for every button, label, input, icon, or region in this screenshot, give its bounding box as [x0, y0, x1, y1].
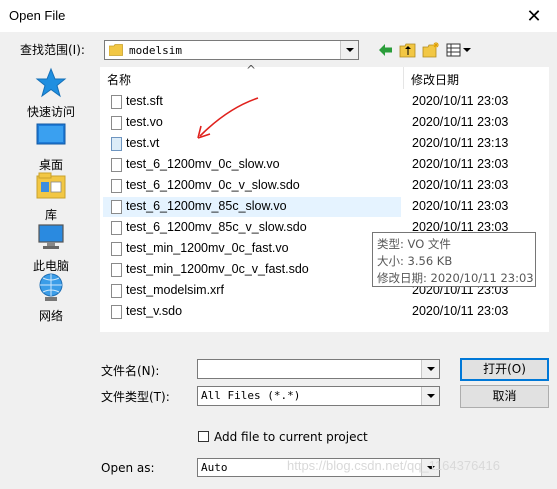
file-name: test_v.sdo: [126, 304, 183, 318]
place-desktop[interactable]: 桌面: [20, 120, 82, 173]
file-tooltip: 类型: VO 文件 大小: 3.56 KB 修改日期: 2020/10/11 2…: [372, 232, 536, 287]
file-name: test_modelsim.xrf: [126, 283, 224, 297]
column-date-label: 修改日期: [411, 73, 460, 87]
filetype-value: All Files (*.*): [201, 389, 301, 402]
place-label: 网络: [38, 309, 63, 323]
file-list[interactable]: ^ 名称 修改日期 test.sft 2020/10/11 23:03 test.v…: [100, 63, 549, 332]
library-icon: [36, 172, 66, 199]
file-name-cell[interactable]: test.vo: [103, 113, 401, 133]
file-date: 2020/10/11 23:03: [412, 157, 509, 171]
file-name-cell[interactable]: test_6_1200mv_85c_slow.vo: [103, 197, 401, 217]
look-in-combo[interactable]: modelsim: [104, 40, 359, 60]
file-name: test.vt: [126, 136, 160, 150]
file-date: 2020/10/11 23:03: [412, 94, 509, 108]
title-bar: Open File ✕: [0, 0, 557, 32]
sort-arrow-icon: ^: [246, 63, 257, 77]
tooltip-modified: 修改日期: 2020/10/11 23:03: [377, 271, 534, 285]
place-quick-access[interactable]: 快速访问: [20, 67, 82, 120]
file-name: test.sft: [126, 94, 163, 108]
file-name: test_min_1200mv_0c_fast.vo: [126, 241, 289, 255]
file-row[interactable]: test_6_1200mv_0c_slow.vo 2020/10/11 23:03: [100, 155, 549, 175]
filetype-label: 文件类型(T):: [101, 390, 170, 404]
window-title: Open File: [9, 8, 66, 23]
chevron-down-icon[interactable]: [340, 41, 358, 59]
file-date: 2020/10/11 23:13: [412, 136, 509, 150]
file-icon: [111, 305, 122, 319]
add-to-project-label[interactable]: Add file to current project: [214, 430, 368, 444]
file-name: test.vo: [126, 115, 163, 129]
file-name-cell[interactable]: test.vt: [103, 134, 401, 154]
file-name-cell[interactable]: test.sft: [103, 92, 401, 112]
file-row[interactable]: test_v.sdo 2020/10/11 23:03: [100, 302, 549, 322]
file-row[interactable]: test.sft 2020/10/11 23:03: [100, 92, 549, 112]
tooltip-size: 大小: 3.56 KB: [377, 254, 453, 268]
open-button[interactable]: 打开(O): [460, 358, 549, 381]
back-arrow-icon[interactable]: [376, 41, 396, 59]
tooltip-type: 类型: VO 文件: [377, 237, 451, 251]
file-row[interactable]: test.vo 2020/10/11 23:03: [100, 113, 549, 133]
filetype-select[interactable]: All Files (*.*): [197, 386, 440, 406]
watermark: https://blog.csdn.net/qq_1164376416: [287, 458, 500, 473]
file-name: test_6_1200mv_85c_slow.vo: [126, 199, 287, 213]
column-name-label: 名称: [107, 73, 132, 87]
up-folder-icon[interactable]: [398, 41, 418, 59]
cancel-button[interactable]: 取消: [460, 385, 549, 408]
place-label: 快速访问: [26, 105, 75, 119]
file-icon: [111, 284, 122, 298]
file-icon: [111, 158, 122, 172]
file-name-cell[interactable]: test_6_1200mv_0c_slow.vo: [103, 155, 401, 175]
vt-file-icon: [111, 137, 122, 151]
column-header-date[interactable]: 修改日期: [404, 67, 549, 89]
open-as-value: Auto: [201, 461, 228, 474]
folder-icon: [109, 44, 123, 56]
column-header-name[interactable]: ^ 名称: [100, 63, 404, 89]
this-pc-icon: [38, 224, 64, 249]
place-this-pc[interactable]: 此电脑: [20, 221, 82, 274]
desktop-icon: [36, 123, 66, 145]
file-name: test_6_1200mv_0c_slow.vo: [126, 157, 280, 171]
file-icon: [111, 242, 122, 256]
file-name-cell[interactable]: test_min_1200mv_0c_v_fast.sdo: [103, 260, 401, 280]
file-name-cell[interactable]: test_min_1200mv_0c_fast.vo: [103, 239, 401, 259]
file-date: 2020/10/11 23:03: [412, 178, 509, 192]
file-name-cell[interactable]: test_modelsim.xrf: [103, 281, 401, 301]
look-in-value: modelsim: [129, 44, 182, 57]
look-in-label: 查找范围(I):: [20, 43, 85, 57]
new-folder-icon[interactable]: [421, 41, 441, 59]
file-date: 2020/10/11 23:03: [412, 199, 509, 213]
filename-label: 文件名(N):: [101, 364, 160, 378]
quick-access-star-icon: [35, 67, 67, 98]
file-row[interactable]: test_6_1200mv_85c_slow.vo 2020/10/11 23:0…: [100, 197, 549, 217]
filename-combo[interactable]: [197, 359, 440, 379]
file-name: test_6_1200mv_0c_v_slow.sdo: [126, 178, 300, 192]
file-name-cell[interactable]: test_v.sdo: [103, 302, 401, 322]
view-menu-icon[interactable]: [445, 41, 473, 59]
file-name: test_6_1200mv_85c_v_slow.sdo: [126, 220, 307, 234]
open-as-label: Open as:: [101, 461, 155, 475]
file-icon: [111, 116, 122, 130]
file-icon: [111, 263, 122, 277]
file-row[interactable]: test.vt 2020/10/11 23:13: [100, 134, 549, 154]
file-icon: [111, 221, 122, 235]
chevron-down-icon[interactable]: [421, 360, 439, 378]
file-icon: [111, 95, 122, 109]
file-date: 2020/10/11 23:03: [412, 115, 509, 129]
file-icon: [111, 179, 122, 193]
file-row[interactable]: test_6_1200mv_0c_v_slow.sdo 2020/10/11 23…: [100, 176, 549, 196]
file-date: 2020/10/11 23:03: [412, 304, 509, 318]
place-network[interactable]: 网络: [20, 271, 82, 324]
close-button[interactable]: ✕: [511, 0, 557, 32]
file-icon: [111, 200, 122, 214]
file-name-cell[interactable]: test_6_1200mv_0c_v_slow.sdo: [103, 176, 401, 196]
network-icon: [39, 273, 63, 301]
chevron-down-icon[interactable]: [421, 387, 439, 405]
file-name: test_min_1200mv_0c_v_fast.sdo: [126, 262, 309, 276]
place-library[interactable]: 库: [20, 170, 82, 223]
add-to-project-checkbox[interactable]: [198, 431, 209, 442]
file-name-cell[interactable]: test_6_1200mv_85c_v_slow.sdo: [103, 218, 401, 238]
